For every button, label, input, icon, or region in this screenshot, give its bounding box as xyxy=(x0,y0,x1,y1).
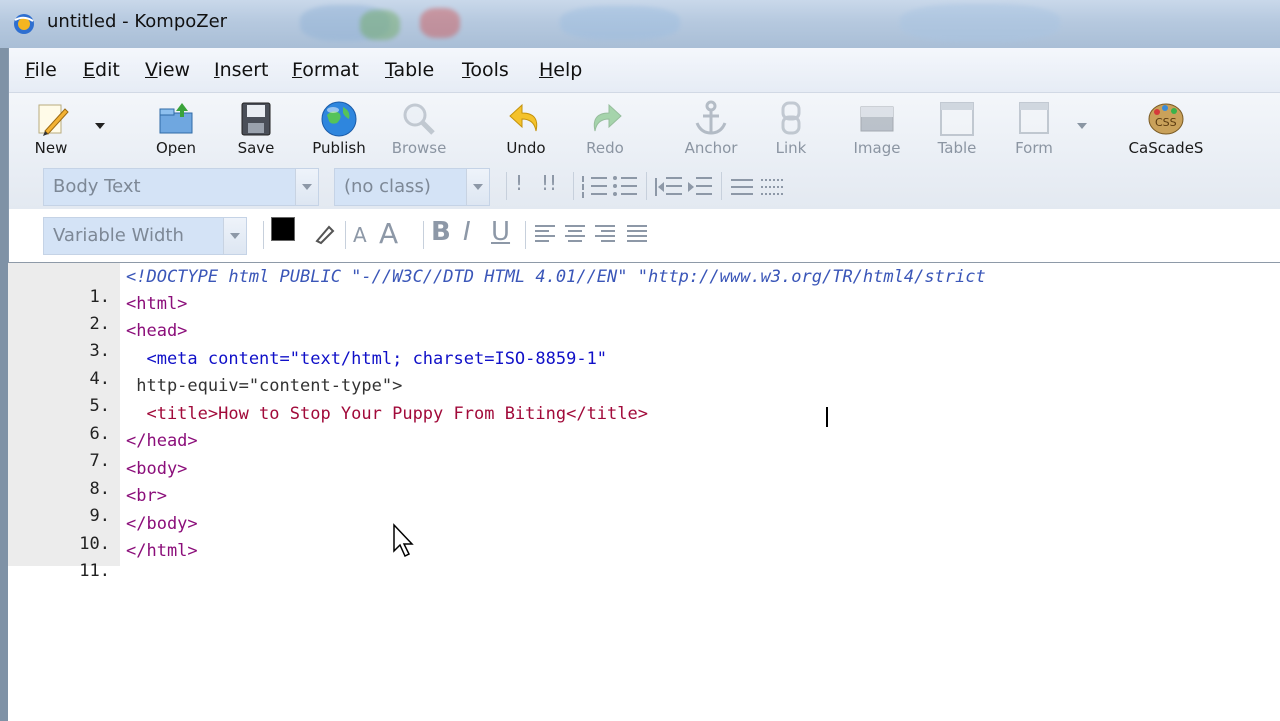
code-line[interactable]: 2. <html> xyxy=(8,294,1280,334)
italic-icon[interactable]: I xyxy=(463,217,471,247)
menu-format[interactable]: Format xyxy=(292,59,359,81)
code-line[interactable]: 1. <!DOCTYPE html PUBLIC "-//W3C//DTD HT… xyxy=(8,267,1280,307)
code-line[interactable]: 5. http-equiv="content-type"> xyxy=(8,376,1280,416)
save-disk-icon xyxy=(241,102,271,136)
code-line[interactable]: 11. </html> xyxy=(8,541,1280,581)
kompozer-logo-icon xyxy=(14,14,34,34)
save-button[interactable]: Save xyxy=(226,93,286,159)
table-button[interactable]: Table xyxy=(925,93,989,159)
menu-table[interactable]: Table xyxy=(385,59,434,81)
increase-font-icon[interactable]: A xyxy=(379,217,398,250)
code-line[interactable]: 8. <body> xyxy=(8,459,1280,499)
titlebar-decoration xyxy=(560,6,680,40)
list-icons[interactable] xyxy=(581,174,639,200)
class-select[interactable]: (no class) xyxy=(334,168,490,206)
menu-edit[interactable]: Edit xyxy=(83,59,120,81)
redo-arrow-icon xyxy=(593,103,622,132)
decrease-font-icon[interactable]: A xyxy=(353,223,367,247)
form-dropdown-arrow[interactable] xyxy=(1077,123,1087,129)
bold-icon[interactable]: B xyxy=(431,217,451,247)
format-toolbar-2: Variable Width A A B I U xyxy=(9,211,1280,259)
titlebar-decoration xyxy=(360,10,400,40)
undo-arrow-icon xyxy=(509,103,538,132)
menu-file[interactable]: File xyxy=(25,59,57,81)
alignment-icons[interactable] xyxy=(533,223,651,247)
globe-icon xyxy=(321,101,357,137)
image-icon xyxy=(860,106,894,132)
highlight-pencil-icon[interactable] xyxy=(313,221,337,245)
chevron-down-icon[interactable] xyxy=(295,169,318,205)
new-button[interactable]: New xyxy=(21,93,81,159)
open-folder-icon xyxy=(159,103,193,134)
toolbar-divider xyxy=(345,221,346,249)
mouse-pointer-icon xyxy=(393,523,414,558)
code-line[interactable]: 9. <br> xyxy=(8,486,1280,526)
open-button[interactable]: Open xyxy=(146,93,206,159)
cascades-button[interactable]: CSS CaScadeS xyxy=(1127,93,1205,159)
svg-text:CSS: CSS xyxy=(1155,116,1177,129)
toolbar-divider xyxy=(525,221,526,249)
menu-tools[interactable]: Tools xyxy=(462,59,509,81)
titlebar-decoration xyxy=(420,8,460,38)
toolbar-divider xyxy=(573,172,574,200)
menu-bar: File Edit View Insert Format Table Tools… xyxy=(9,48,1280,93)
chevron-down-icon[interactable] xyxy=(223,218,246,254)
anchor-button[interactable]: Anchor xyxy=(677,93,745,159)
toolbar-divider xyxy=(423,221,424,249)
toolbar-divider xyxy=(263,221,264,249)
new-page-icon xyxy=(38,104,69,136)
menu-insert[interactable]: Insert xyxy=(214,59,269,81)
paragraph-style-select[interactable]: Body Text xyxy=(43,168,319,206)
code-line[interactable]: 4. <meta content="text/html; charset=ISO… xyxy=(8,349,1280,389)
css-palette-icon: CSS xyxy=(1148,103,1184,135)
double-important-icon[interactable]: !! xyxy=(541,171,557,195)
chevron-down-icon[interactable] xyxy=(466,169,489,205)
code-line[interactable]: 3. <head> xyxy=(8,321,1280,361)
format-toolbar-1: Body Text (no class) ! !! xyxy=(9,162,1280,210)
menu-view[interactable]: View xyxy=(145,59,190,81)
new-dropdown-arrow[interactable] xyxy=(95,123,105,129)
window-title: untitled - KompoZer xyxy=(47,11,228,32)
underline-icon[interactable]: U xyxy=(491,217,510,247)
redo-button[interactable]: Redo xyxy=(573,93,637,159)
code-line[interactable]: 6. <title>How to Stop Your Puppy From Bi… xyxy=(8,404,1280,444)
important-icon[interactable]: ! xyxy=(515,171,523,195)
form-icon xyxy=(1019,102,1049,134)
menu-help[interactable]: Help xyxy=(539,59,582,81)
code-line[interactable]: 7. </head> xyxy=(8,431,1280,471)
link-button[interactable]: Link xyxy=(765,93,817,159)
code-line[interactable]: 10. </body> xyxy=(8,514,1280,554)
undo-button[interactable]: Undo xyxy=(494,93,558,159)
horizontal-rule-icons[interactable] xyxy=(729,174,787,200)
title-bar: untitled - KompoZer xyxy=(0,0,1280,48)
font-select[interactable]: Variable Width xyxy=(43,217,247,255)
text-color-swatch[interactable] xyxy=(271,217,295,241)
indent-icons[interactable] xyxy=(654,174,714,200)
browse-button[interactable]: Browse xyxy=(387,93,451,159)
toolbar-divider xyxy=(506,172,507,200)
publish-button[interactable]: Publish xyxy=(304,93,374,159)
toolbar-divider xyxy=(646,172,647,200)
titlebar-decoration xyxy=(900,4,1060,42)
magnifier-icon xyxy=(403,103,435,135)
toolbar-divider xyxy=(721,172,722,200)
form-button[interactable]: Form xyxy=(1007,93,1061,159)
text-caret xyxy=(826,407,828,427)
image-button[interactable]: Image xyxy=(845,93,909,159)
anchor-icon xyxy=(695,100,727,135)
source-editor[interactable]: 1. <!DOCTYPE html PUBLIC "-//W3C//DTD HT… xyxy=(8,262,1280,721)
table-icon xyxy=(940,102,974,136)
chain-link-icon xyxy=(781,101,801,135)
